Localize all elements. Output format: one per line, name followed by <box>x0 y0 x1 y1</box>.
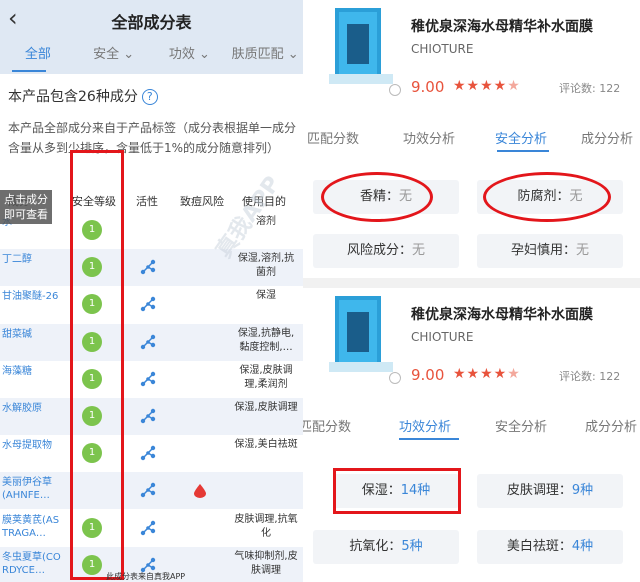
ingredient-description: 本产品全部成分来自于产品标签（成分表根据单一成分含量从多到少排序，含量低于1%的… <box>8 121 297 155</box>
active-tab-underline <box>497 150 549 152</box>
review-count: 评论数: 122 <box>559 370 621 383</box>
header-purpose: 使用目的 <box>242 195 286 208</box>
chevron-down-icon: ⌄ <box>199 47 210 62</box>
safety-card-pregnancy: 孕妇慎用：无 <box>477 234 623 268</box>
ingredient-name[interactable]: 水母提取物 <box>2 439 62 452</box>
table-row[interactable]: 海藻糖 1 保湿,皮肤调理,柔润剂 <box>0 361 303 398</box>
half-star-icon: ★ <box>507 366 521 382</box>
tap-hint-overlay: 点击成分 即可查看 <box>0 190 52 224</box>
active-tab-underline <box>12 70 46 72</box>
ingredient-name[interactable]: 甘油聚醚-26 <box>2 290 62 303</box>
tab-ingredient-analysis[interactable]: 成分分析 <box>581 128 633 147</box>
highlight-box-moisturizing <box>333 468 461 514</box>
tab-match-score[interactable]: 匹配分数 <box>307 128 359 147</box>
product-brand: CHIOTURE <box>411 330 474 344</box>
analysis-tabs-bottom: 匹配分数 功效分析 安全分析 成分分析 <box>303 406 640 442</box>
ingredient-count: 本产品包含26种成分? <box>8 86 158 106</box>
table-row[interactable]: 丁二醇 1 保湿,溶剂,抗菌剂 <box>0 249 303 287</box>
safety-card-risk: 风险成分：无 <box>313 234 459 268</box>
header-bar: ‹ 全部成分表 <box>0 0 303 38</box>
review-count: 评论数: 122 <box>559 82 621 95</box>
tab-all[interactable]: 全部 <box>0 38 76 74</box>
ingredient-name[interactable]: 膜荚黄芪(ASTRAGA… <box>2 514 62 540</box>
usage-purpose: 皮肤调理,抗氧化 <box>234 513 298 539</box>
analysis-tabs-top: 匹配分数 功效分析 安全分析 成分分析 <box>303 118 640 154</box>
acne-risk-drop-icon <box>194 484 206 499</box>
product-image <box>329 296 393 372</box>
highlight-oval-fragrance <box>321 172 433 222</box>
molecule-icon <box>140 520 156 535</box>
product-card-top[interactable]: 稚优泉深海水母精华补水面膜 CHIOTURE 9.00 ★★★★★ 评论数: 1… <box>303 0 640 116</box>
usage-purpose: 保湿,美白祛斑 <box>234 439 298 451</box>
molecule-icon <box>140 445 156 461</box>
ingredient-list-panel: ‹ 全部成分表 全部 安全 ⌄ 功效 ⌄ 肤质匹配 ⌄ 本产品包含26种成分? … <box>0 0 303 582</box>
molecule-icon <box>140 408 156 424</box>
tab-safety-analysis[interactable]: 安全分析 <box>495 128 547 147</box>
page-title: 全部成分表 <box>111 13 192 32</box>
star-rating-icon: ★★★★★ <box>453 366 521 382</box>
usage-purpose: 保湿,抗静电,黏度控制,… <box>237 327 295 353</box>
analysis-panel: 稚优泉深海水母精华补水面膜 CHIOTURE 9.00 ★★★★★ 评论数: 1… <box>303 0 640 582</box>
chevron-down-icon: ⌄ <box>123 47 135 62</box>
molecule-icon <box>140 334 156 349</box>
table-row[interactable]: 甘油聚醚-26 1 保湿 <box>0 286 303 323</box>
header-acne: 致痘风险 <box>180 195 224 208</box>
table-row[interactable]: 甜菜碱 1 保湿,抗静电,黏度控制,… <box>0 323 303 361</box>
zoom-icon[interactable] <box>389 84 401 96</box>
tab-ingredient-analysis[interactable]: 成分分析 <box>585 416 637 435</box>
help-icon[interactable]: ? <box>141 89 158 105</box>
active-tab-underline <box>399 438 459 440</box>
star-rating-icon: ★★★★★ <box>453 78 521 94</box>
product-image <box>329 8 393 84</box>
molecule-icon <box>140 259 156 275</box>
usage-purpose: 溶剂 <box>256 216 276 227</box>
molecule-icon <box>140 371 156 386</box>
product-name: 稚优泉深海水母精华补水面膜 <box>411 307 593 323</box>
tab-effect-analysis[interactable]: 功效分析 <box>403 128 455 147</box>
usage-purpose: 保湿,皮肤调理,柔润剂 <box>239 364 293 390</box>
usage-purpose: 保湿 <box>256 290 276 302</box>
molecule-icon <box>140 297 156 312</box>
ingredient-name[interactable]: 冬虫夏草(CORDYCE… <box>2 551 62 577</box>
tab-skin-match[interactable]: 肤质匹配 ⌄ <box>227 38 303 74</box>
tab-safety-analysis[interactable]: 安全分析 <box>495 416 547 435</box>
table-row[interactable]: 膜荚黄芪(ASTRAGA… 1 皮肤调理,抗氧化 <box>0 510 303 547</box>
usage-purpose: 气味抑制剂,皮肤调理 <box>234 550 298 576</box>
product-price: 9.00 <box>411 366 445 384</box>
footer-source: 此成分表来自真我APP <box>106 572 186 581</box>
effect-card-skin-conditioning: 皮肤调理：9种 <box>477 474 623 508</box>
effect-card-whitening: 美白祛斑：4种 <box>477 530 623 564</box>
tab-match-score[interactable]: 匹配分数 <box>303 416 351 435</box>
molecule-icon <box>140 483 156 498</box>
highlight-box-safety-column <box>70 150 124 580</box>
ingredient-name[interactable]: 美丽伊谷草(AHNFE… <box>2 476 62 502</box>
product-brand: CHIOTURE <box>411 42 474 56</box>
table-row[interactable]: 水母提取物 1 保湿,美白祛斑 <box>0 435 303 472</box>
section-divider <box>303 278 640 288</box>
filter-tabs: 全部 安全 ⌄ 功效 ⌄ 肤质匹配 ⌄ <box>0 38 303 74</box>
product-name: 稚优泉深海水母精华补水面膜 <box>411 19 593 35</box>
ingredient-name[interactable]: 甜菜碱 <box>2 328 62 341</box>
effect-card-antioxidant: 抗氧化：5种 <box>313 530 459 564</box>
table-row[interactable]: 水解胶原 1 保湿,皮肤调理 <box>0 398 303 435</box>
usage-purpose: 保湿,皮肤调理 <box>234 402 298 413</box>
product-price: 9.00 <box>411 78 445 96</box>
header-active: 活性 <box>136 195 158 208</box>
half-star-icon: ★ <box>507 78 521 94</box>
ingredient-name[interactable]: 丁二醇 <box>2 253 62 266</box>
tab-safety[interactable]: 安全 ⌄ <box>76 38 152 74</box>
product-card-bottom[interactable]: 稚优泉深海水母精华补水面膜 CHIOTURE 9.00 ★★★★★ 评论数: 1… <box>303 288 640 404</box>
ingredient-name[interactable]: 海藻糖 <box>2 365 62 378</box>
ingredient-name[interactable]: 水解胶原 <box>2 402 62 415</box>
highlight-oval-preservative <box>483 172 611 222</box>
tab-effect-analysis[interactable]: 功效分析 <box>399 416 451 435</box>
table-row[interactable]: 美丽伊谷草(AHNFE… <box>0 472 303 510</box>
chevron-down-icon: ⌄ <box>287 47 299 62</box>
tab-effect[interactable]: 功效 ⌄ <box>152 38 228 74</box>
zoom-icon[interactable] <box>389 372 401 384</box>
usage-purpose: 保湿,溶剂,抗菌剂 <box>237 253 295 279</box>
